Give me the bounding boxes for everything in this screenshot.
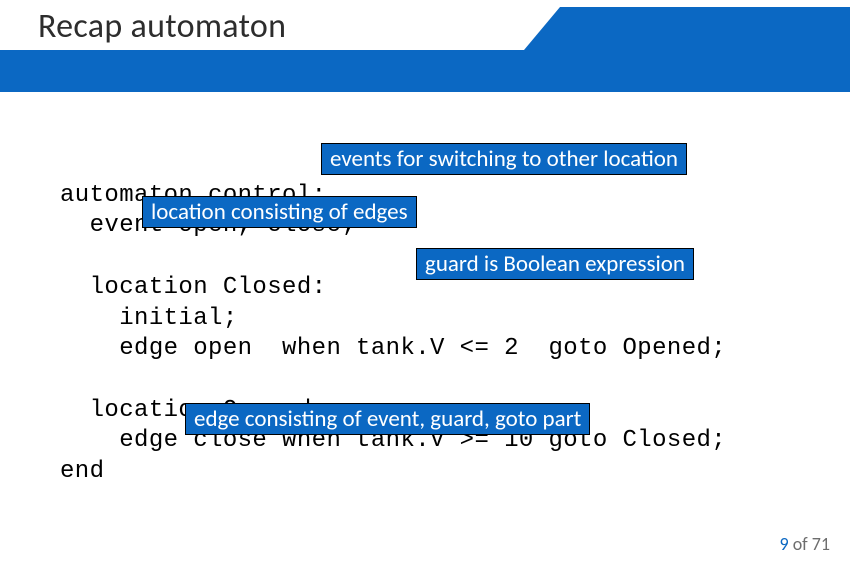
code-blank — [60, 243, 75, 270]
page-total: 71 — [812, 533, 830, 555]
callout-guard: guard is Boolean expression — [416, 248, 694, 280]
page-of: of — [793, 533, 812, 555]
code-line: edge open when tank.V <= 2 goto Opened; — [60, 335, 726, 362]
callout-events: events for switching to other location — [321, 143, 687, 175]
slide-header: Recap automaton — [0, 0, 850, 84]
code-line: location Closed: — [60, 274, 326, 301]
header-stripe — [0, 50, 850, 92]
callout-location: location consisting of edges — [142, 196, 417, 228]
header-tab-accent — [560, 7, 850, 50]
slide-title: Recap automaton — [38, 6, 286, 47]
code-blank — [60, 366, 75, 393]
page-footer: 9 of 71 — [779, 533, 830, 555]
callout-edge: edge consisting of event, guard, goto pa… — [185, 403, 590, 435]
code-line: end — [60, 458, 104, 485]
page-current: 9 — [779, 533, 788, 555]
code-line: initial; — [60, 305, 238, 332]
